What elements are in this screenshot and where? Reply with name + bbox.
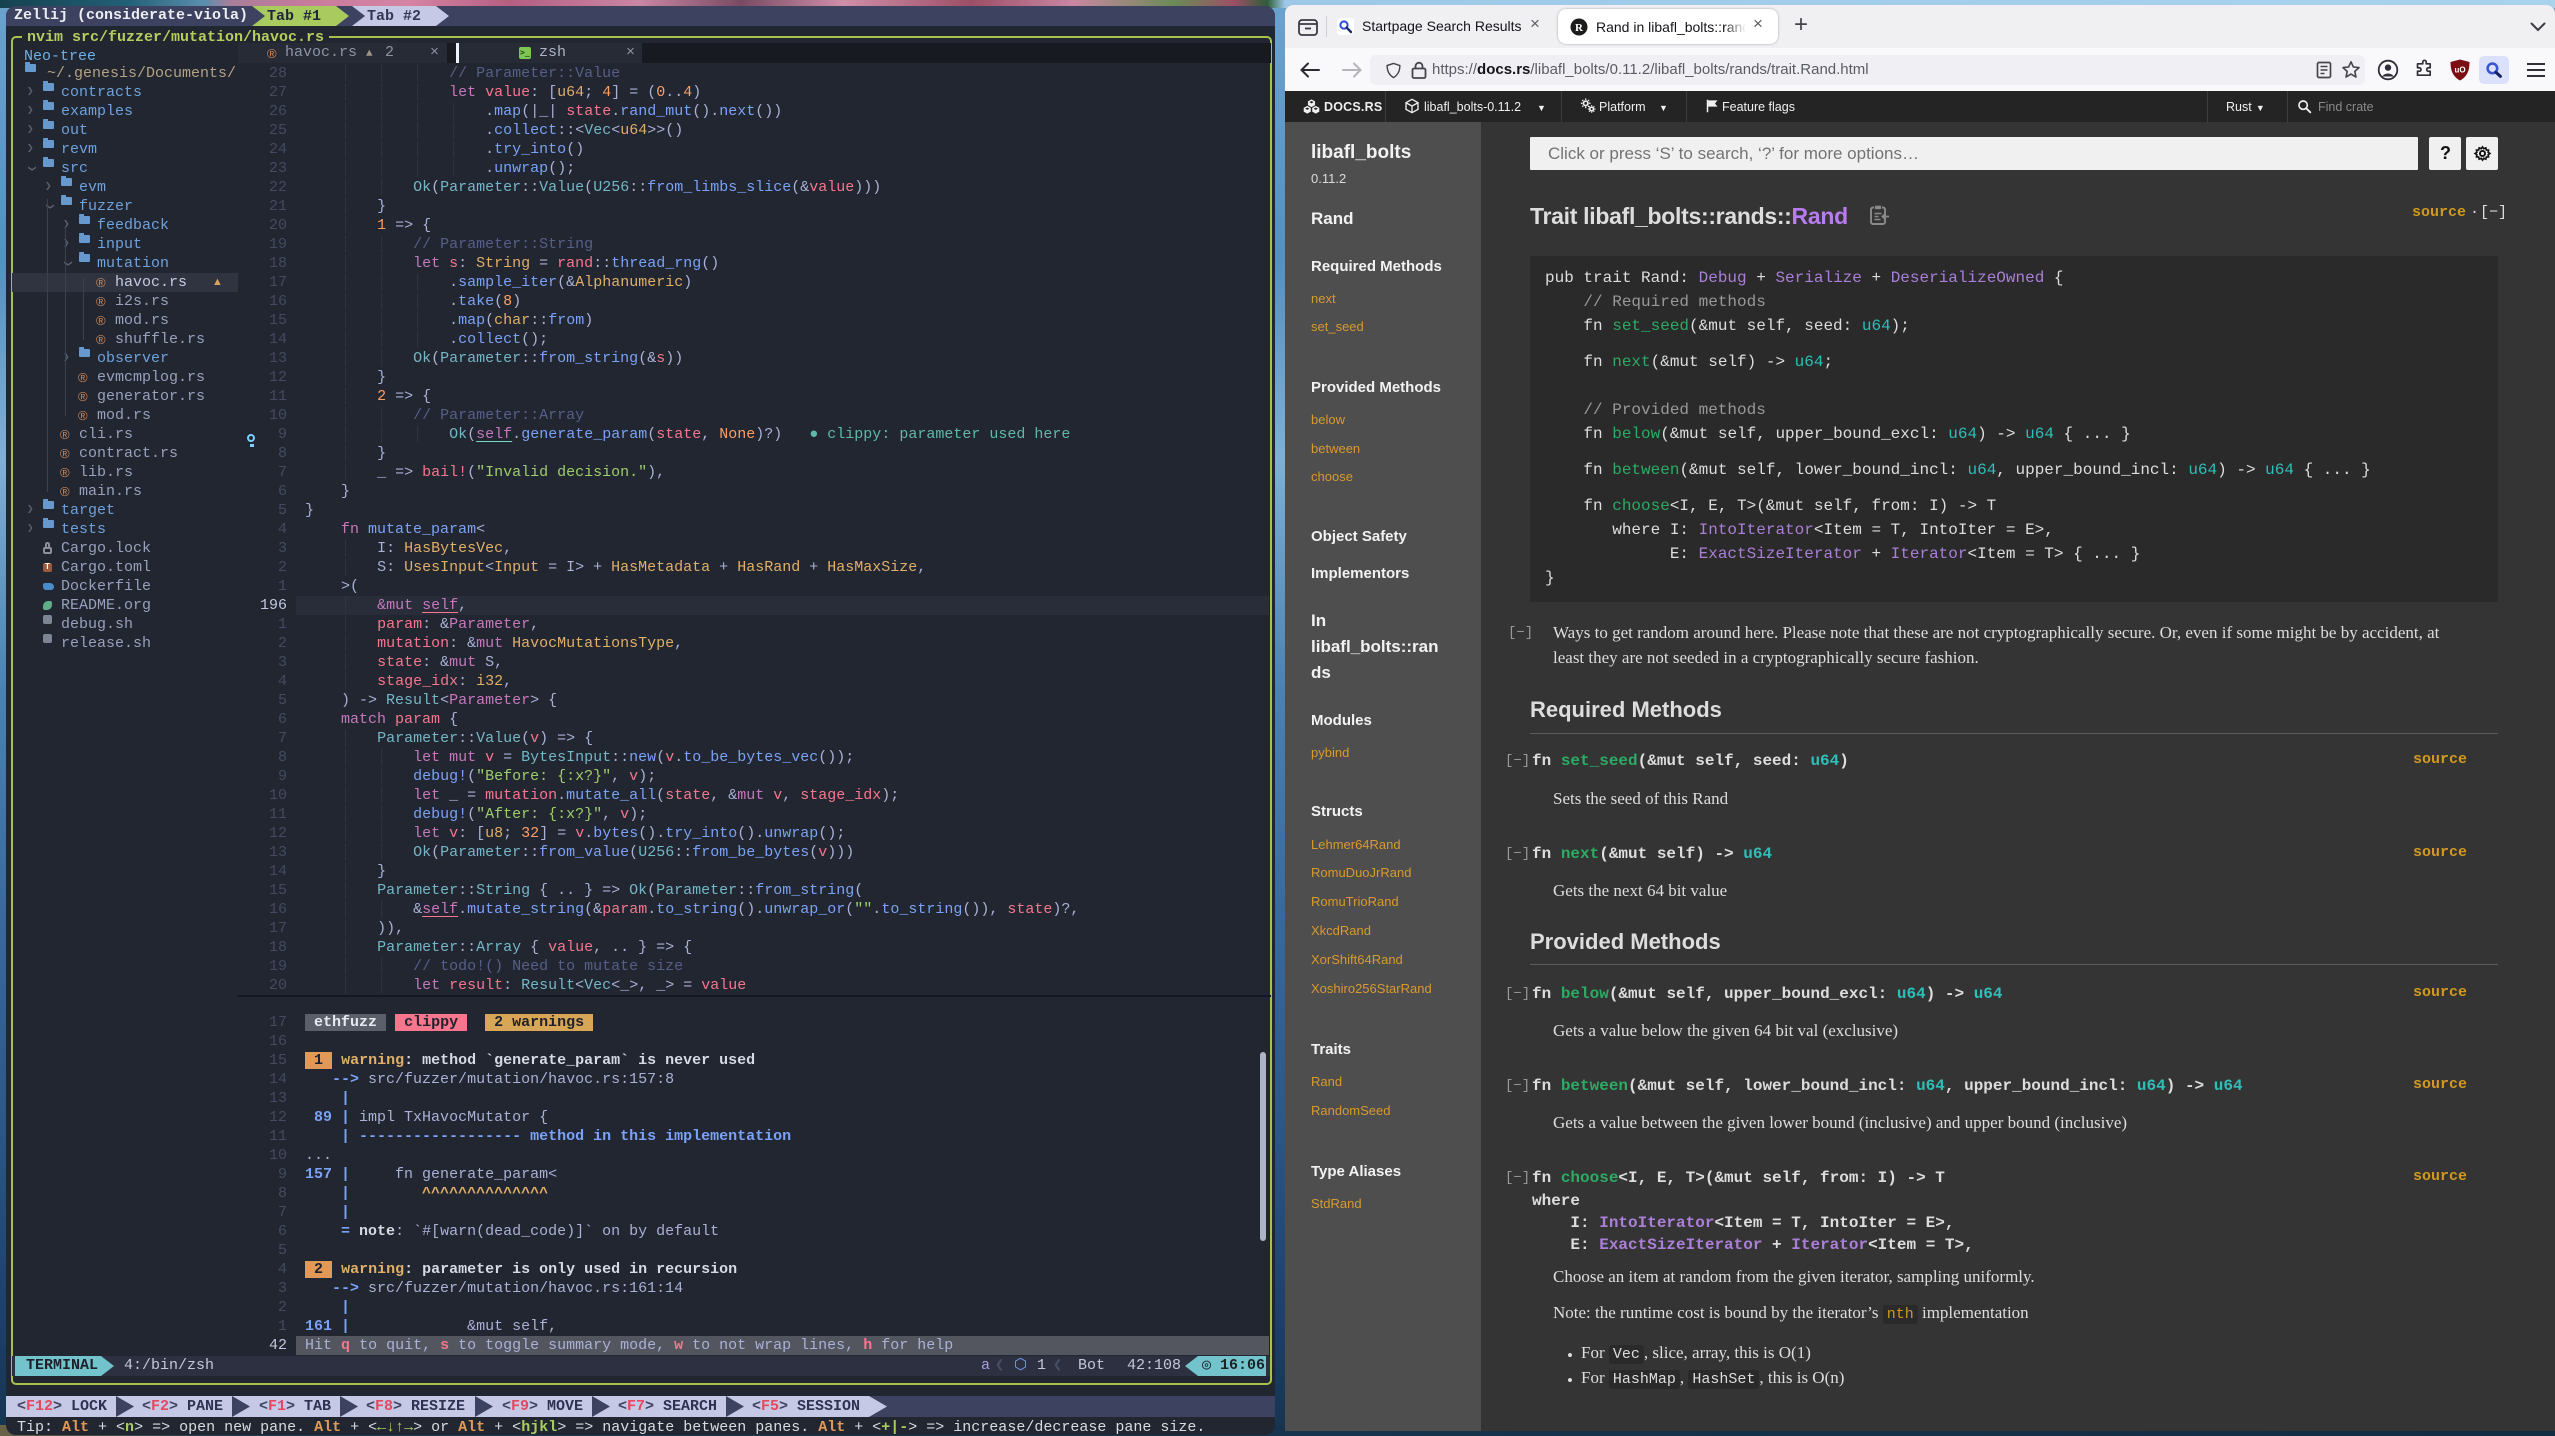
svg-text:R: R bbox=[1575, 22, 1584, 34]
svg-text:uO: uO bbox=[2454, 66, 2465, 75]
